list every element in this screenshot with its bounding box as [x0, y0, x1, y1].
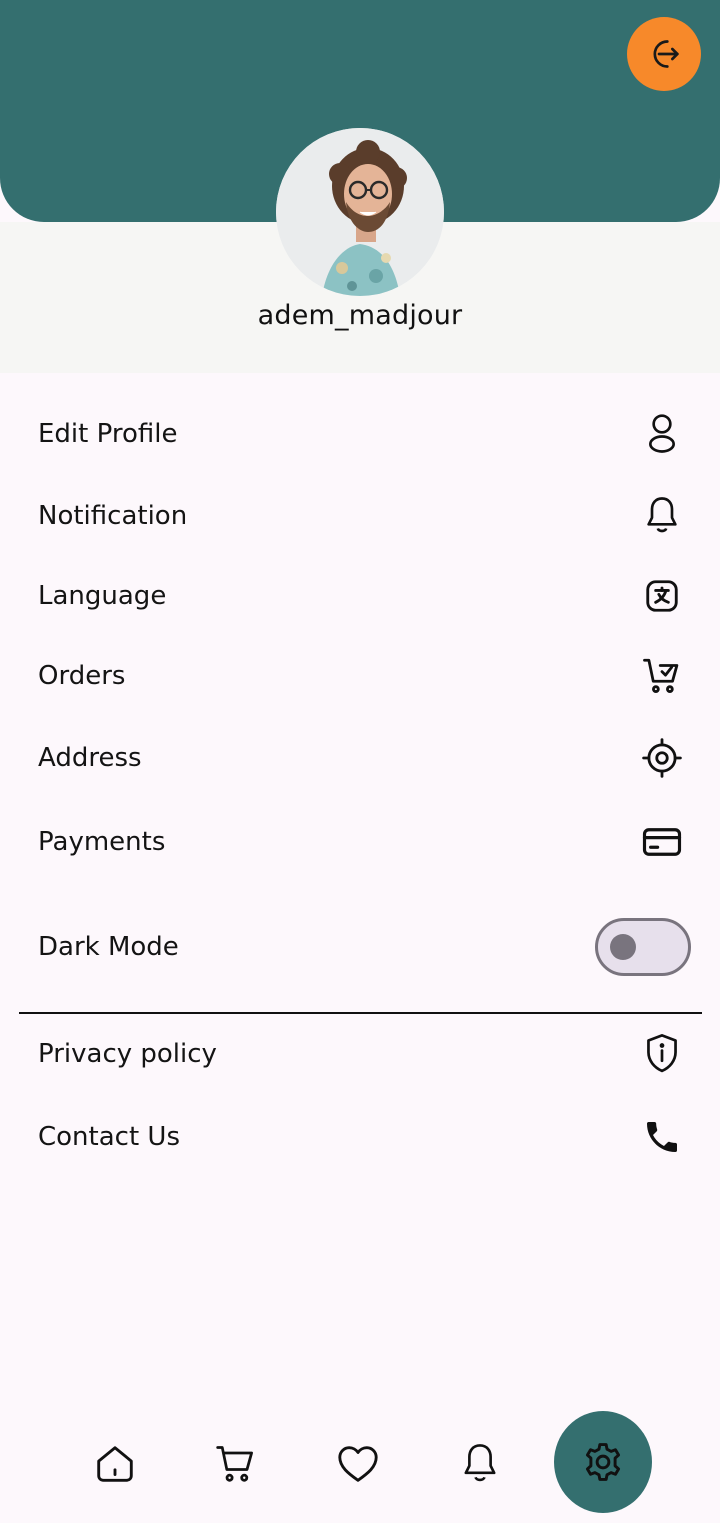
dark-mode-toggle[interactable]	[595, 918, 691, 976]
nav-home[interactable]	[91, 1440, 139, 1488]
menu-label: Payments	[38, 827, 166, 857]
menu-item-orders[interactable]: Orders	[0, 646, 720, 706]
menu-label: Privacy policy	[38, 1039, 217, 1069]
translate-icon	[640, 574, 684, 618]
menu-label: Language	[38, 581, 167, 611]
menu-label: Notification	[38, 501, 188, 531]
menu-label: Dark Mode	[38, 932, 179, 962]
menu-item-edit-profile[interactable]: Edit Profile	[0, 404, 720, 464]
menu-item-dark-mode: Dark Mode	[0, 917, 720, 977]
location-target-icon	[640, 736, 684, 780]
bell-icon	[640, 494, 684, 538]
avatar[interactable]	[276, 128, 444, 296]
cart-check-icon	[640, 654, 684, 698]
menu-label: Edit Profile	[38, 419, 178, 449]
divider	[19, 1012, 702, 1014]
nav-settings[interactable]	[554, 1411, 652, 1513]
username: adem_madjour	[257, 300, 463, 331]
menu-label: Contact Us	[38, 1122, 180, 1152]
cart-icon	[216, 1446, 253, 1482]
user-icon	[640, 412, 684, 456]
shield-info-icon	[640, 1032, 684, 1076]
phone-icon	[640, 1115, 684, 1159]
logout-button[interactable]	[627, 17, 701, 91]
nav-cart[interactable]	[212, 1440, 260, 1488]
bell-icon	[464, 1444, 496, 1482]
gear-icon	[585, 1443, 621, 1481]
menu-item-payments[interactable]: Payments	[0, 812, 720, 872]
toggle-knob	[610, 934, 636, 960]
home-icon	[97, 1446, 133, 1482]
nav-favorites[interactable]	[334, 1440, 382, 1488]
menu-item-notification[interactable]: Notification	[0, 486, 720, 546]
logout-icon	[653, 40, 679, 68]
menu-item-language[interactable]: Language	[0, 566, 720, 626]
credit-card-icon	[640, 820, 684, 864]
menu-label: Orders	[38, 661, 126, 691]
menu-label: Address	[38, 743, 142, 773]
heart-icon	[338, 1446, 378, 1482]
menu-item-privacy-policy[interactable]: Privacy policy	[0, 1024, 720, 1084]
nav-notifications[interactable]	[456, 1440, 504, 1488]
menu-item-contact-us[interactable]: Contact Us	[0, 1107, 720, 1167]
menu-item-address[interactable]: Address	[0, 728, 720, 788]
